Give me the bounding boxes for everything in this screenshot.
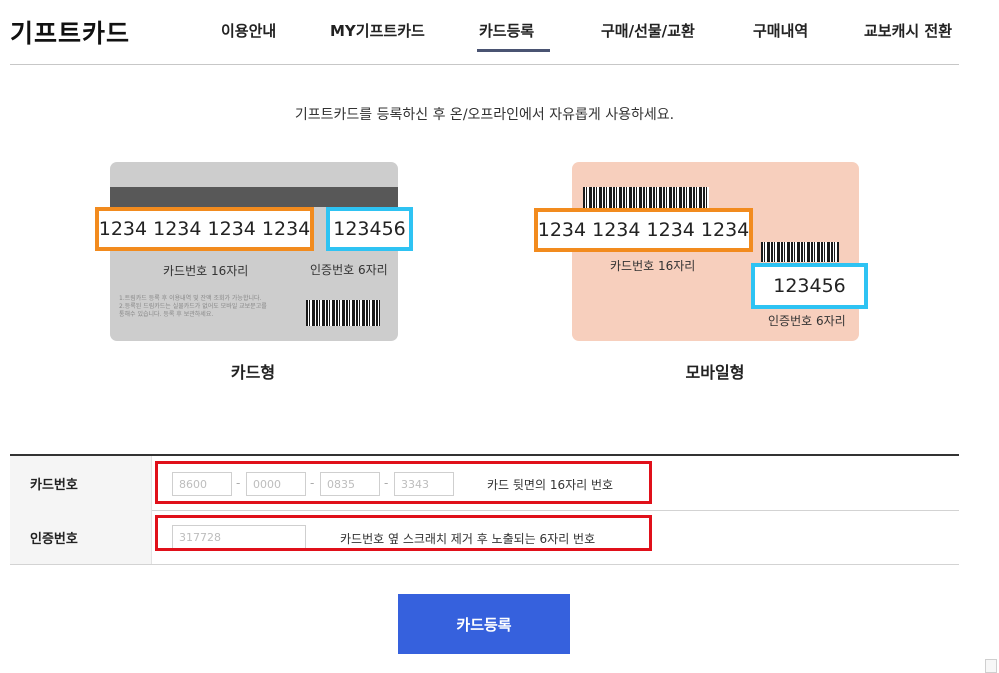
mobile-card-number-box: 1234 1234 1234 1234 [534, 208, 753, 252]
physical-pin-box: 123456 [326, 207, 413, 251]
nav-purchase-history[interactable]: 구매내역 [753, 20, 808, 41]
nav-card-register[interactable]: 카드등록 [479, 20, 534, 41]
pin-label: 인증번호 [10, 510, 152, 564]
nav-purchase-gift-exchange[interactable]: 구매/선물/교환 [601, 20, 695, 41]
main-nav: 이용안내 MY기프트카드 카드등록 구매/선물/교환 구매내역 교보캐시 전환 [0, 0, 999, 64]
card-number-label: 카드번호 [10, 456, 152, 510]
physical-card-illustration: 카드번호 16자리 인증번호 6자리 1.트림카드 등록 후 이용내역 및 잔액… [110, 162, 398, 341]
active-tab-indicator [477, 49, 550, 52]
physical-card-caption: 카드형 [230, 363, 276, 382]
mobile-card-caption: 모바일형 [685, 363, 745, 382]
nav-guide[interactable]: 이용안내 [221, 20, 276, 41]
physical-pin-label: 인증번호 6자리 [310, 263, 388, 277]
physical-card-number-label: 카드번호 16자리 [163, 264, 249, 278]
mobile-pin-box: 123456 [751, 263, 868, 309]
card-fine-print: 1.트림카드 등록 후 이용내역 및 잔액 조회가 가능합니다. 2.등록된 드림… [119, 295, 267, 318]
nav-kyobo-cash-convert[interactable]: 교보캐시 전환 [864, 20, 952, 41]
intro-text: 기프트카드를 등록하신 후 온/오프라인에서 자유롭게 사용하세요. [294, 107, 675, 123]
nav-my-giftcard[interactable]: MY기프트카드 [330, 20, 425, 41]
mobile-barcode-bottom [761, 242, 839, 262]
pin-highlight [155, 515, 652, 551]
physical-barcode [306, 300, 380, 326]
card-number-highlight [155, 461, 652, 504]
physical-card-number-box: 1234 1234 1234 1234 [95, 207, 314, 251]
magnetic-stripe [110, 187, 398, 207]
mobile-barcode-top [583, 187, 709, 209]
scrollbar-corner[interactable] [985, 659, 997, 673]
header-divider [10, 64, 959, 65]
mobile-card-number-label: 카드번호 16자리 [610, 259, 696, 273]
mobile-pin-label: 인증번호 6자리 [768, 314, 846, 328]
register-card-button[interactable]: 카드등록 [398, 594, 570, 654]
